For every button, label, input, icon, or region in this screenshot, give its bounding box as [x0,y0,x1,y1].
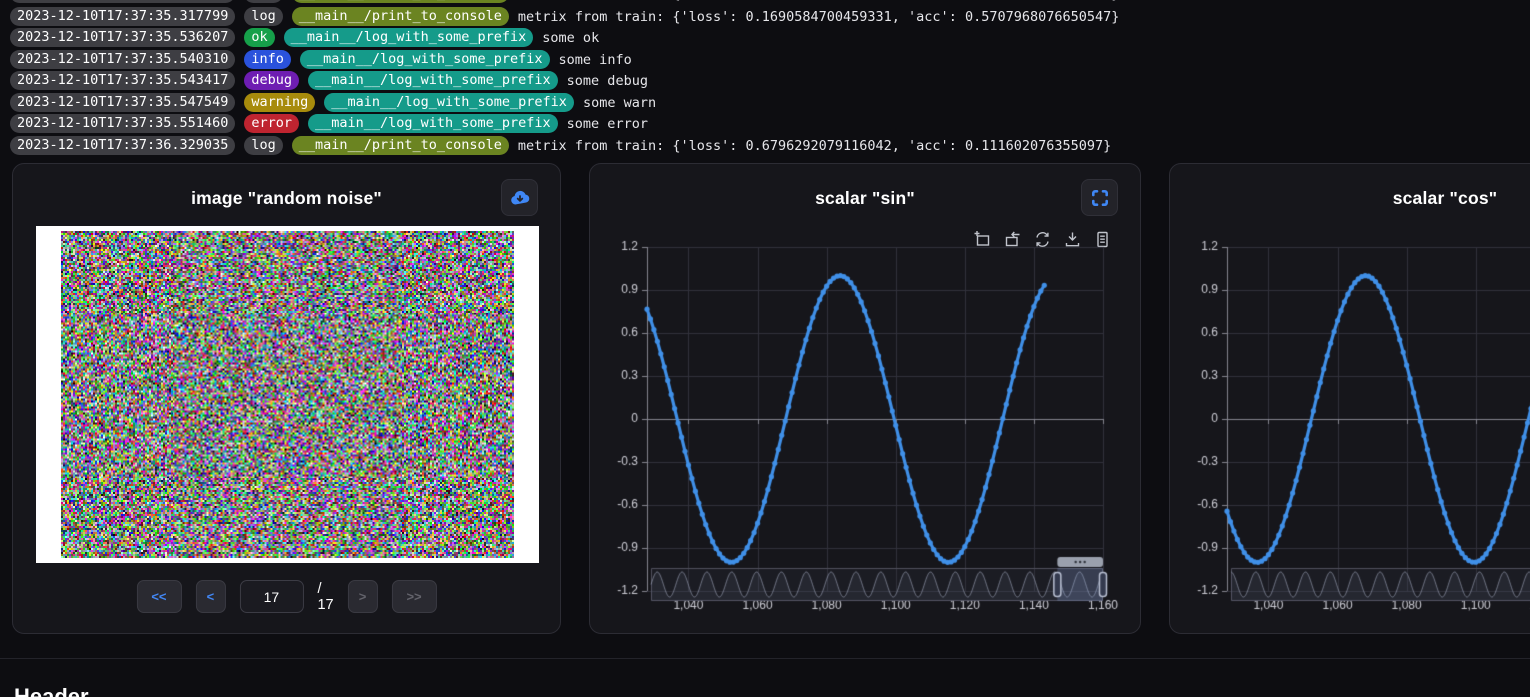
sin-chart-title: scalar "sin" [590,188,1140,209]
log-level-badge: debug [244,71,299,90]
log-message: some warn [583,95,656,111]
log-message: some info [559,52,632,68]
log-row: 2023-12-10T17:37:36.329035 log __main__/… [10,136,1111,155]
log-row: 2023-12-10T17:37:35.317799 log __main__/… [10,7,1119,26]
image-frame [36,226,539,563]
cos-chart-title: scalar "cos" [1170,188,1530,209]
log-row: 2023-12-10T17:37:35.543417 debug __main_… [10,71,648,90]
sin-chart[interactable] [601,226,1131,626]
logger-badge: __main__/log_with_some_prefix [300,50,550,69]
logger-badge: __main__/print_to_console [292,7,509,26]
log-message: some ok [542,30,599,46]
cos-chart[interactable] [1181,226,1530,626]
logger-badge: __main__/log_with_some_prefix [308,114,558,133]
cos-chart-card: scalar "cos" [1169,163,1530,634]
first-page-button[interactable]: << [136,580,181,613]
log-message: metrix from train: {'loss': 0.1690584700… [518,9,1119,25]
log-level-badge: info [244,50,291,69]
log-level-badge: log [244,0,282,3]
log-row: 2023-12-10T17:37:35.540310 info __main__… [10,50,632,69]
prev-page-button[interactable]: < [195,580,225,613]
page-total-label: / 17 [317,581,333,613]
download-button[interactable] [501,179,538,216]
log-level-badge: log [244,136,282,155]
log-message: some error [567,116,648,132]
log-timestamp: 2023-12-10T17:37:35.317799 [10,0,235,3]
log-timestamp: 2023-12-10T17:37:36.329035 [10,136,235,155]
log-timestamp: 2023-12-10T17:37:35.543417 [10,71,235,90]
log-message: some debug [567,73,648,89]
logger-badge: __main__/log_with_some_prefix [308,71,558,90]
log-row: 2023-12-10T17:37:35.547549 warning __mai… [10,93,656,112]
log-level-badge: ok [244,28,274,47]
log-timestamp: 2023-12-10T17:37:35.540310 [10,50,235,69]
log-timestamp: 2023-12-10T17:37:35.317799 [10,7,235,26]
log-row: 2023-12-10T17:37:35.536207 ok __main__/l… [10,28,599,47]
pagination: << < / 17 > >> [136,580,436,613]
sin-chart-card: scalar "sin" [589,163,1141,634]
log-level-badge: log [244,7,282,26]
log-timestamp: 2023-12-10T17:37:35.547549 [10,93,235,112]
last-page-button[interactable]: >> [392,580,437,613]
section-divider [0,658,1530,659]
logger-badge: __main__/log_with_some_prefix [324,93,574,112]
log-level-badge: warning [244,93,315,112]
fullscreen-icon [1090,188,1110,208]
log-timestamp: 2023-12-10T17:37:35.536207 [10,28,235,47]
image-card-title: image "random noise" [13,188,560,209]
next-page-button[interactable]: > [348,580,378,613]
fullscreen-button[interactable] [1081,179,1118,216]
log-row-partial: 2023-12-10T17:37:35.317799 log __main__/… [10,0,1119,3]
logger-badge: __main__/log_with_some_prefix [284,28,534,47]
cloud-download-icon [509,187,531,209]
logger-badge: __main__/print_to_console [292,136,509,155]
image-card: image "random noise" << < / 17 > >> [12,163,561,634]
section-heading: Header [14,684,89,697]
logger-badge: __main__/print_to_console [292,0,509,3]
log-timestamp: 2023-12-10T17:37:35.551460 [10,114,235,133]
noise-image [61,231,514,558]
app-root: 2023-12-10T17:37:35.317799 log __main__/… [0,0,1530,697]
log-level-badge: error [244,114,299,133]
log-message: metrix from train: {'loss': 0.6796292079… [518,138,1111,154]
page-input[interactable] [239,580,303,613]
log-message: metrix from train: {'loss': 0.1690584700… [518,0,1119,2]
log-row: 2023-12-10T17:37:35.551460 error __main_… [10,114,648,133]
